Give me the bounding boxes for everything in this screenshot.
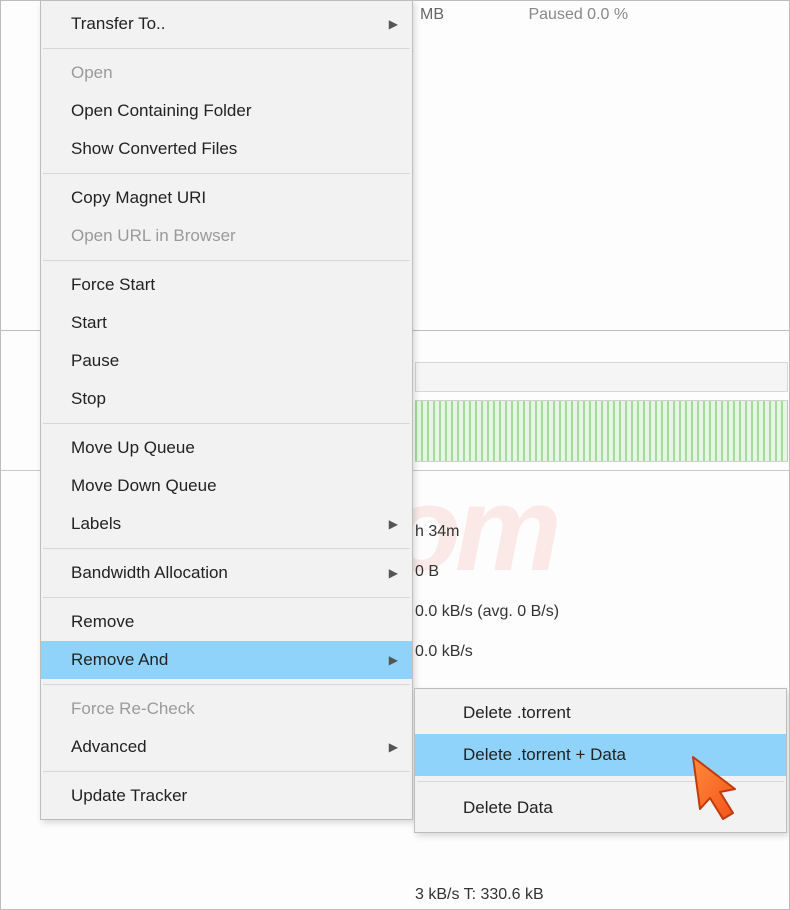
menu-label: Pause — [71, 351, 119, 371]
menu-label: Transfer To.. — [71, 14, 165, 34]
remove-and-submenu: Delete .torrent Delete .torrent + Data D… — [414, 688, 787, 833]
stat-up: 0.0 kB/s — [415, 632, 559, 672]
chevron-right-icon: ▶ — [389, 653, 398, 667]
menu-separator — [43, 48, 410, 49]
menu-stop[interactable]: Stop — [41, 380, 412, 418]
chevron-right-icon: ▶ — [389, 740, 398, 754]
menu-label: Update Tracker — [71, 786, 187, 806]
pieces-bar — [415, 400, 788, 462]
chevron-right-icon: ▶ — [389, 17, 398, 31]
menu-labels[interactable]: Labels ▶ — [41, 505, 412, 543]
menu-label: Advanced — [71, 737, 147, 757]
stat-eta: h 34m — [415, 512, 559, 552]
menu-move-down-queue[interactable]: Move Down Queue — [41, 467, 412, 505]
menu-move-up-queue[interactable]: Move Up Queue — [41, 429, 412, 467]
menu-label: Delete Data — [463, 798, 553, 818]
menu-open: Open — [41, 54, 412, 92]
menu-show-converted-files[interactable]: Show Converted Files — [41, 130, 412, 168]
menu-pause[interactable]: Pause — [41, 342, 412, 380]
menu-separator — [43, 260, 410, 261]
progress-bar — [415, 362, 788, 392]
menu-label: Move Down Queue — [71, 476, 217, 496]
stat-wasted: 0 B — [415, 552, 559, 592]
menu-separator — [43, 597, 410, 598]
menu-label: Move Up Queue — [71, 438, 195, 458]
menu-copy-magnet-uri[interactable]: Copy Magnet URI — [41, 179, 412, 217]
menu-force-start[interactable]: Force Start — [41, 266, 412, 304]
chevron-right-icon: ▶ — [389, 566, 398, 580]
menu-start[interactable]: Start — [41, 304, 412, 342]
menu-label: Show Converted Files — [71, 139, 237, 159]
menu-bandwidth-allocation[interactable]: Bandwidth Allocation ▶ — [41, 554, 412, 592]
menu-remove[interactable]: Remove — [41, 603, 412, 641]
menu-label: Force Start — [71, 275, 155, 295]
menu-label: Open URL in Browser — [71, 226, 236, 246]
chevron-right-icon: ▶ — [389, 517, 398, 531]
context-menu: Transfer To.. ▶ Open Open Containing Fol… — [40, 0, 413, 820]
menu-label: Stop — [71, 389, 106, 409]
submenu-delete-torrent-data[interactable]: Delete .torrent + Data — [415, 734, 786, 776]
status-fragment: Paused 0.0 % — [528, 6, 628, 23]
submenu-delete-torrent[interactable]: Delete .torrent — [415, 692, 786, 734]
menu-open-url-browser: Open URL in Browser — [41, 217, 412, 255]
menu-open-containing-folder[interactable]: Open Containing Folder — [41, 92, 412, 130]
menu-label: Delete .torrent + Data — [463, 745, 626, 765]
menu-separator — [43, 684, 410, 685]
size-fragment: MB — [420, 6, 444, 23]
menu-label: Force Re-Check — [71, 699, 195, 719]
menu-label: Start — [71, 313, 107, 333]
menu-label: Remove — [71, 612, 134, 632]
menu-separator — [43, 173, 410, 174]
menu-separator — [43, 771, 410, 772]
menu-transfer-to[interactable]: Transfer To.. ▶ — [41, 5, 412, 43]
menu-label: Copy Magnet URI — [71, 188, 206, 208]
menu-remove-and[interactable]: Remove And ▶ — [41, 641, 412, 679]
menu-label: Open — [71, 63, 113, 83]
menu-advanced[interactable]: Advanced ▶ — [41, 728, 412, 766]
menu-label: Bandwidth Allocation — [71, 563, 228, 583]
stat-down: 0.0 kB/s (avg. 0 B/s) — [415, 592, 559, 632]
menu-separator — [43, 548, 410, 549]
menu-label: Delete .torrent — [463, 703, 571, 723]
menu-separator — [417, 781, 784, 782]
submenu-delete-data[interactable]: Delete Data — [415, 787, 786, 829]
menu-separator — [43, 423, 410, 424]
menu-label: Remove And — [71, 650, 168, 670]
menu-update-tracker[interactable]: Update Tracker — [41, 777, 412, 815]
menu-label: Open Containing Folder — [71, 101, 252, 121]
menu-force-recheck: Force Re-Check — [41, 690, 412, 728]
menu-label: Labels — [71, 514, 121, 534]
bottom-status-fragment: 3 kB/s T: 330.6 kB — [415, 886, 544, 904]
